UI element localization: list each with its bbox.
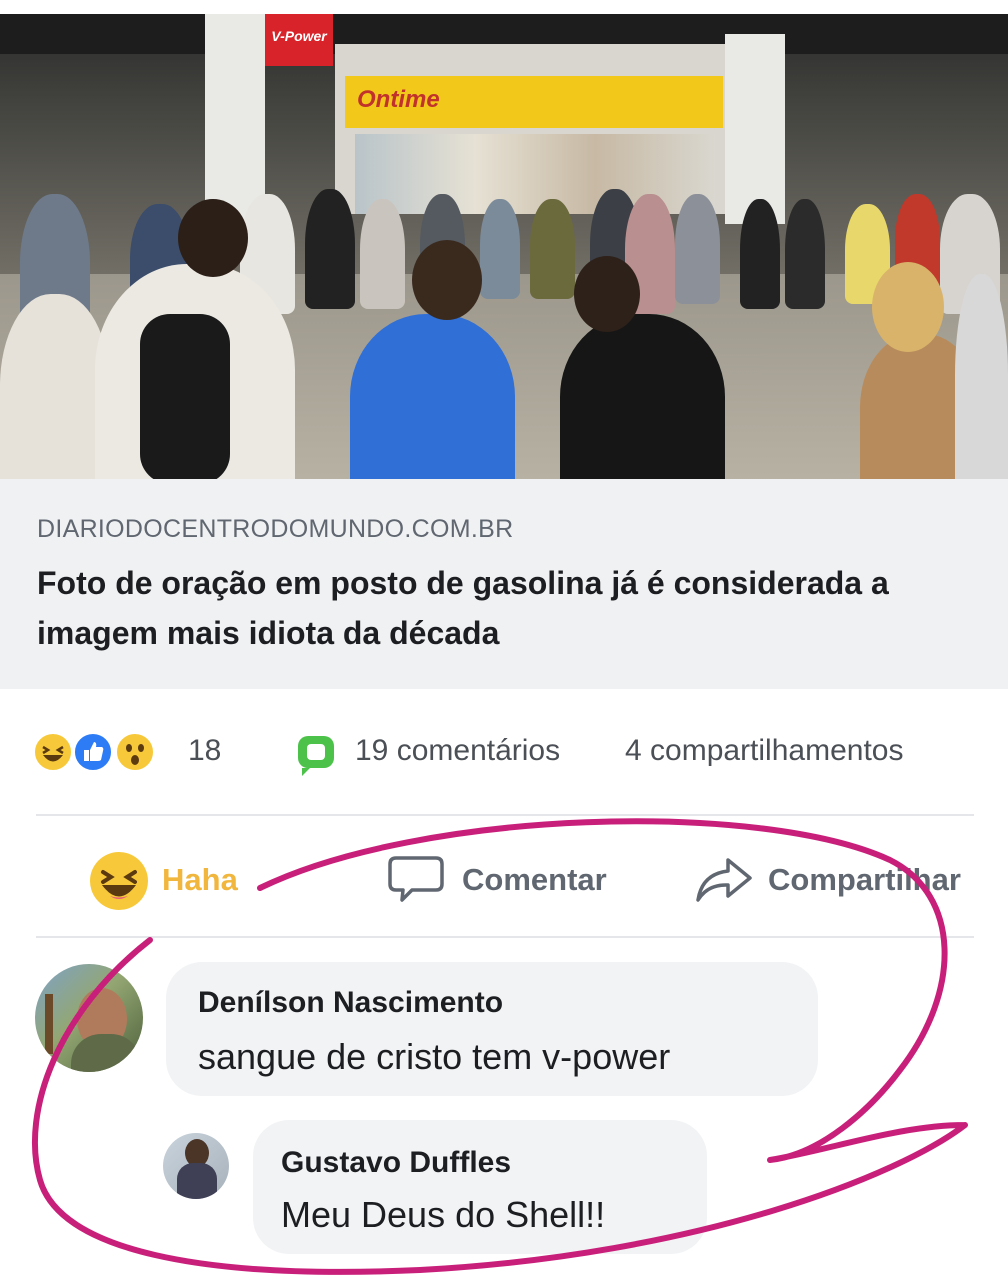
haha-label: Haha <box>162 862 238 897</box>
avatar[interactable] <box>35 964 143 1072</box>
share-button[interactable]: Compartilhar <box>694 852 994 908</box>
comment-bubble[interactable]: Denílson Nascimento sangue de cristo tem… <box>166 962 818 1096</box>
comment-icon <box>388 856 444 902</box>
head <box>178 199 248 277</box>
backpack <box>140 314 230 479</box>
like-icon <box>73 732 113 772</box>
pillar <box>725 34 785 224</box>
comment-text: sangue de cristo tem v-power <box>198 1036 671 1077</box>
head <box>574 256 640 332</box>
person <box>480 199 520 299</box>
comment-label: Comentar <box>462 862 607 897</box>
comment-count-icon <box>298 736 334 776</box>
wow-icon <box>115 732 155 772</box>
divider <box>36 936 974 938</box>
person <box>0 294 110 479</box>
store-sign-text: Ontime <box>357 86 440 113</box>
head <box>872 262 944 352</box>
person <box>350 314 515 479</box>
reaction-summary[interactable] <box>33 732 183 772</box>
person <box>530 199 575 299</box>
comment-button[interactable]: Comentar <box>388 852 648 908</box>
pillar <box>205 14 265 224</box>
person <box>675 194 720 304</box>
head <box>412 240 482 320</box>
avatar[interactable] <box>163 1133 229 1199</box>
action-bar: Haha Comentar Compartilhar <box>0 836 1008 922</box>
share-label: Compartilhar <box>768 862 961 897</box>
person <box>360 199 405 309</box>
post-stats: 18 19 comentários 4 compartilhamentos <box>0 722 1008 784</box>
post-photo[interactable]: Ontime V-Power <box>0 14 1008 479</box>
person <box>740 199 780 309</box>
person <box>955 274 1008 479</box>
comment-bubble[interactable]: Gustavo Duffles Meu Deus do Shell!! <box>253 1120 707 1254</box>
store-sign: Ontime <box>345 76 723 128</box>
divider <box>36 814 974 816</box>
comment-text: Meu Deus do Shell!! <box>281 1194 606 1235</box>
link-domain: DIARIODOCENTRODOMUNDO.COM.BR <box>37 515 514 543</box>
comments-count[interactable]: 19 comentários <box>355 734 560 768</box>
haha-button[interactable]: Haha <box>90 852 290 910</box>
share-icon <box>696 858 752 902</box>
person <box>785 199 825 309</box>
comment-author[interactable]: Denílson Nascimento <box>198 986 503 1020</box>
reaction-count[interactable]: 18 <box>188 734 221 768</box>
person <box>305 189 355 309</box>
person <box>560 314 725 479</box>
shares-count[interactable]: 4 compartilhamentos <box>625 734 903 768</box>
vpower-sign: V-Power <box>265 14 333 66</box>
comment-author[interactable]: Gustavo Duffles <box>281 1146 511 1180</box>
haha-icon <box>33 732 73 772</box>
haha-icon <box>90 852 148 910</box>
link-title[interactable]: Foto de oração em posto de gasolina já é… <box>37 558 987 658</box>
